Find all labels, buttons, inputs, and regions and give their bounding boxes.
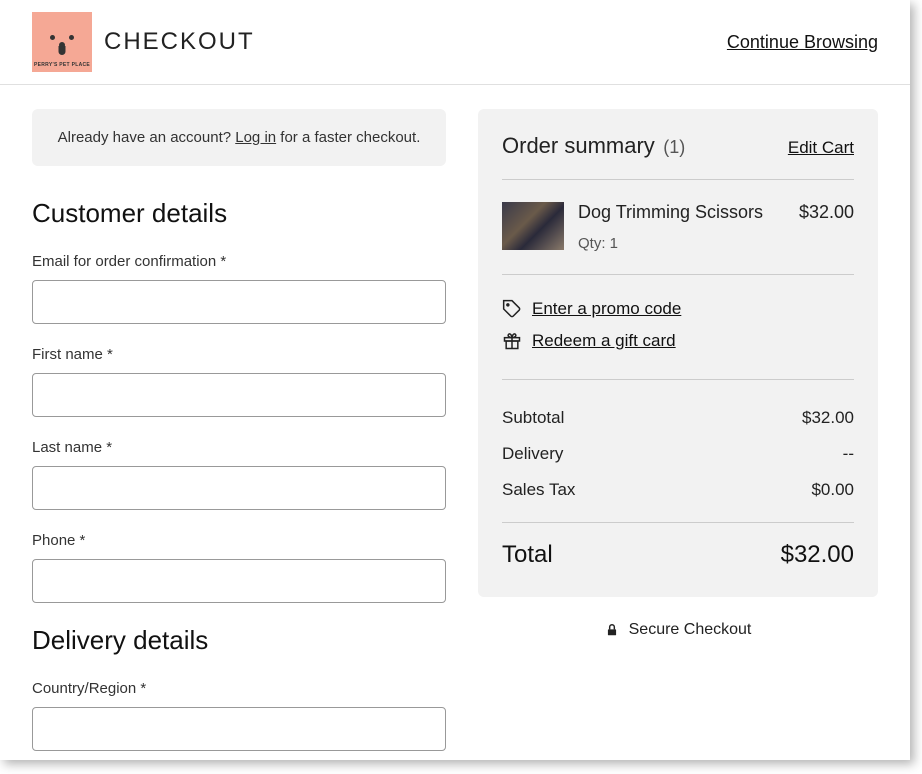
order-summary: Order summary (1) Edit Cart Dog Trimming…	[478, 109, 878, 597]
last-name-label: Last name *	[32, 439, 446, 456]
subtotal-label: Subtotal	[502, 408, 564, 428]
tax-value: $0.00	[811, 480, 854, 500]
phone-input[interactable]	[32, 559, 446, 603]
item-qty: Qty: 1	[578, 235, 785, 252]
delivery-details-heading: Delivery details	[32, 625, 446, 656]
country-label: Country/Region *	[32, 680, 446, 697]
secure-checkout: Secure Checkout	[478, 621, 878, 639]
login-banner: Already have an account? Log in for a fa…	[32, 109, 446, 166]
login-banner-prefix: Already have an account?	[58, 129, 236, 146]
login-link[interactable]: Log in	[235, 129, 276, 146]
lock-icon	[605, 622, 619, 638]
header: PERRY'S PET PLACE CHECKOUT Continue Brow…	[0, 0, 910, 85]
delivery-value: --	[843, 444, 854, 464]
gift-card-link[interactable]: Redeem a gift card	[532, 331, 676, 351]
page-title: CHECKOUT	[104, 28, 255, 56]
logo-text: PERRY'S PET PLACE	[34, 62, 90, 68]
delivery-label: Delivery	[502, 444, 563, 464]
email-label: Email for order confirmation *	[32, 253, 446, 270]
logo[interactable]: PERRY'S PET PLACE	[32, 12, 92, 72]
item-name: Dog Trimming Scissors	[578, 202, 785, 223]
summary-title: Order summary	[502, 133, 655, 158]
login-banner-suffix: for a faster checkout.	[276, 129, 420, 146]
cart-item: Dog Trimming Scissors Qty: 1 $32.00	[502, 180, 854, 275]
edit-cart-link[interactable]: Edit Cart	[788, 138, 854, 158]
tag-icon	[502, 299, 522, 319]
last-name-input[interactable]	[32, 466, 446, 510]
continue-browsing-link[interactable]: Continue Browsing	[727, 32, 878, 53]
promo-code-link[interactable]: Enter a promo code	[532, 299, 681, 319]
phone-label: Phone *	[32, 532, 446, 549]
product-image	[502, 202, 564, 250]
email-input[interactable]	[32, 280, 446, 324]
subtotal-value: $32.00	[802, 408, 854, 428]
summary-count: (1)	[663, 137, 685, 157]
tax-label: Sales Tax	[502, 480, 575, 500]
first-name-input[interactable]	[32, 373, 446, 417]
gift-icon	[502, 331, 522, 351]
secure-checkout-label: Secure Checkout	[629, 621, 752, 639]
total-label: Total	[502, 541, 553, 569]
item-price: $32.00	[799, 202, 854, 252]
first-name-label: First name *	[32, 346, 446, 363]
customer-details-heading: Customer details	[32, 198, 446, 229]
total-value: $32.00	[781, 541, 854, 569]
country-input[interactable]	[32, 707, 446, 751]
header-left: PERRY'S PET PLACE CHECKOUT	[32, 12, 255, 72]
